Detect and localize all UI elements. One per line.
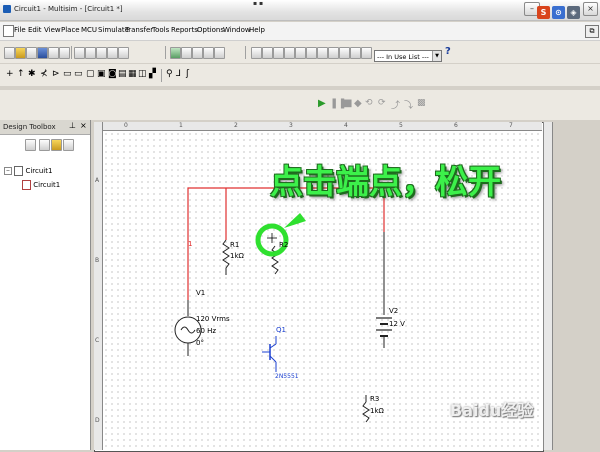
v2-name: V2 [389, 307, 399, 315]
q1-model: 2N5551 [275, 373, 299, 380]
v1-voltage: 120 Vrms [196, 315, 230, 323]
r1-value: 1kΩ [230, 252, 244, 260]
highlight-pointer [284, 213, 306, 228]
q1-name: Q1 [276, 326, 286, 334]
baidu-watermark: Baidu经验 [450, 401, 534, 420]
schematic-drawing [174, 187, 392, 423]
q1-collector [269, 343, 277, 349]
r1-resistor [222, 239, 230, 275]
r3-value: 1kΩ [370, 407, 384, 415]
r1-name: R1 [230, 241, 240, 249]
net-label: 1 [188, 240, 193, 248]
r2-resistor [271, 245, 279, 275]
r2-name: R2 [279, 241, 289, 249]
annotation-overlay-text: 点击端点，松开 [270, 162, 501, 201]
v1-name: V1 [196, 289, 206, 297]
v1-frequency: 60 Hz [196, 327, 217, 335]
v2-value: 12 V [389, 320, 405, 328]
v1-phase: 0° [196, 339, 204, 347]
q1-emitter [269, 355, 277, 363]
r3-resistor [362, 401, 370, 423]
r3-name: R3 [370, 395, 380, 403]
